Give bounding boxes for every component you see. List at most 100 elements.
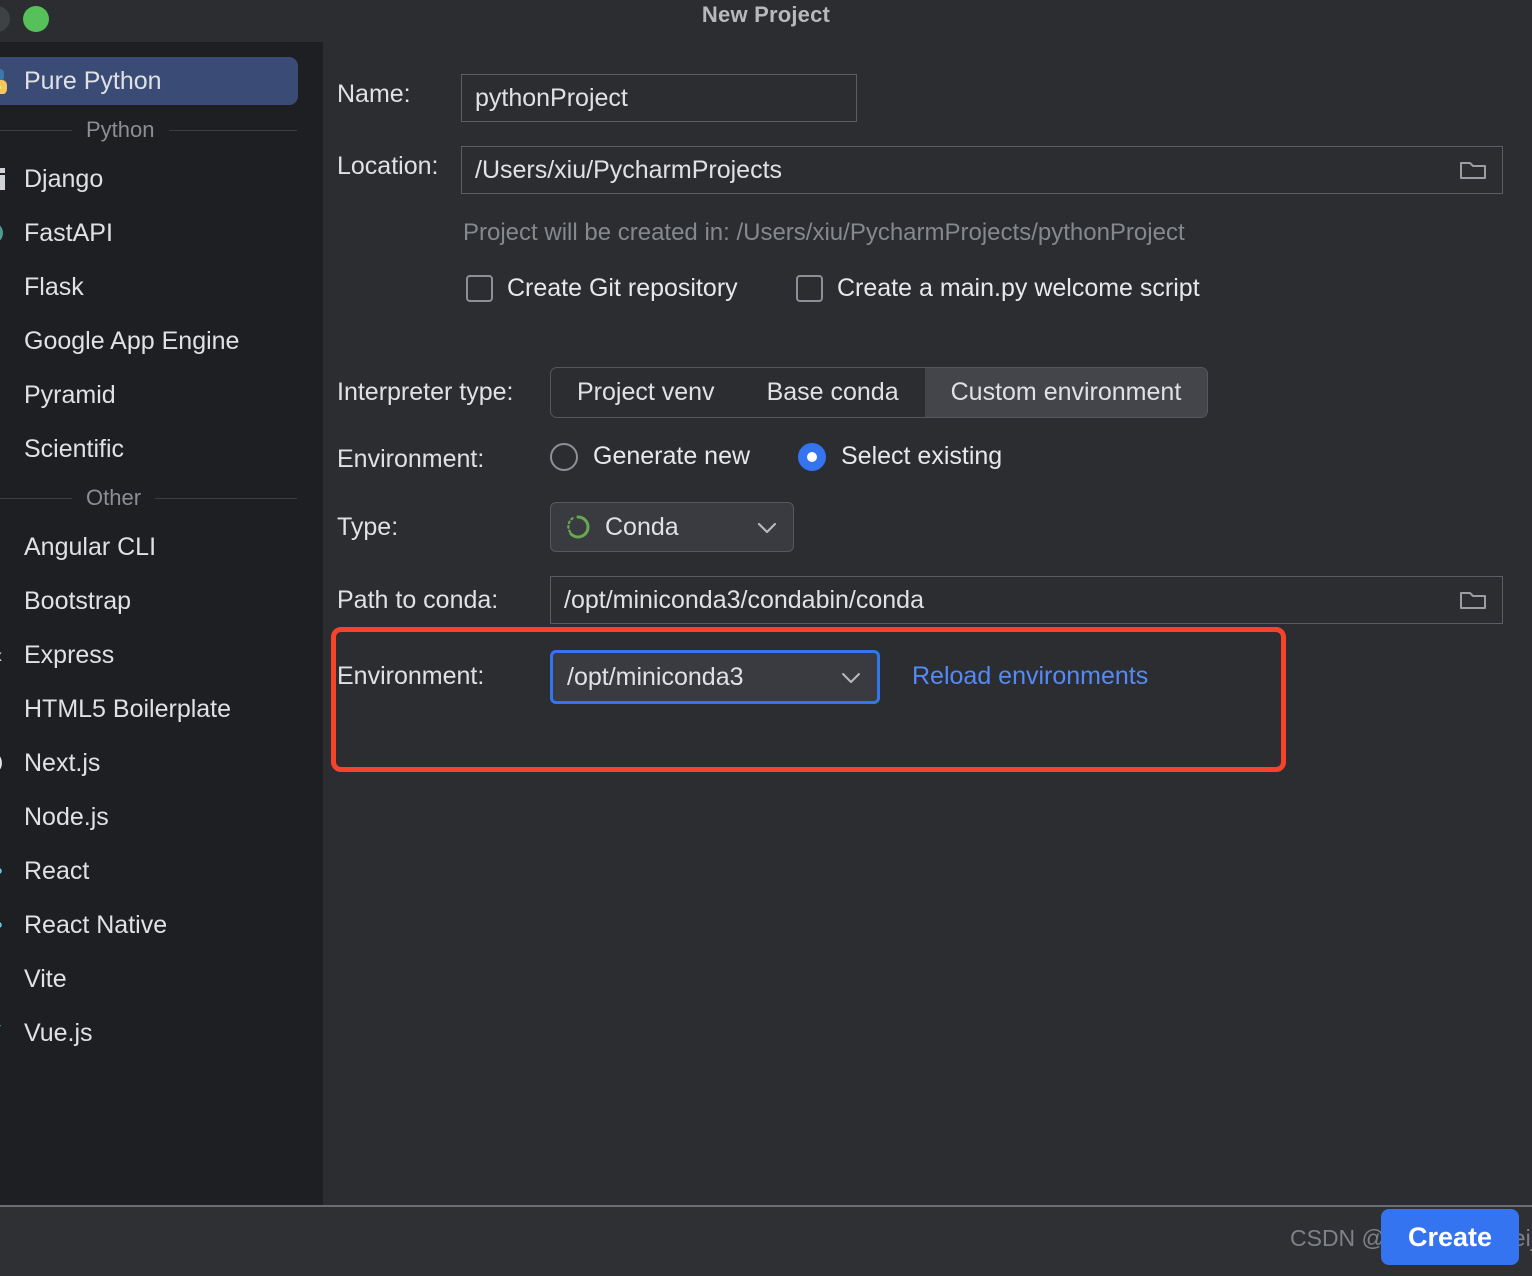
react-native-icon — [0, 912, 14, 938]
sidebar-item-flask[interactable]: Flask — [0, 260, 323, 314]
create-button-label: Create — [1407, 1221, 1493, 1252]
sidebar-item-react-native[interactable]: React Native — [0, 898, 323, 952]
checkbox-box[interactable] — [466, 275, 493, 302]
sidebar-item-pure-python[interactable]: Pure Python — [0, 54, 323, 108]
nodejs-icon: JS — [0, 804, 14, 830]
divider-line — [0, 497, 72, 499]
path-to-conda-value: /opt/miniconda3/condabin/conda — [564, 585, 924, 614]
project-type-sidebar[interactable]: Pure Python Python Django FastAPI Flask … — [0, 42, 323, 1205]
radio-label: Select existing — [841, 442, 1003, 470]
sidebar-item-label: Django — [24, 164, 104, 193]
name-input-value: pythonProject — [475, 83, 628, 112]
sidebar-item-google-app-engine[interactable]: Google App Engine — [0, 314, 323, 368]
location-input-value: /Users/xiu/PycharmProjects — [475, 155, 783, 184]
conda-icon — [565, 514, 591, 540]
folder-icon[interactable] — [1458, 587, 1488, 613]
create-main-py-checkbox[interactable]: Create a main.py welcome script — [796, 274, 1200, 303]
vite-icon — [0, 966, 14, 992]
sidebar-item-label: Bootstrap — [24, 586, 132, 615]
type-dropdown[interactable]: Conda — [550, 502, 794, 552]
sidebar-item-express[interactable]: ex Express — [0, 628, 323, 682]
nextjs-icon — [0, 750, 14, 776]
path-to-conda-input[interactable]: /opt/miniconda3/condabin/conda — [550, 576, 1503, 624]
name-input[interactable]: pythonProject — [461, 74, 857, 122]
environment-dropdown[interactable]: /opt/miniconda3 — [550, 650, 880, 704]
segment-base-conda[interactable]: Base conda — [741, 368, 925, 417]
generate-new-radio[interactable]: Generate new — [550, 442, 750, 471]
divider-line — [0, 129, 72, 131]
radio-button-selected[interactable] — [798, 442, 826, 471]
environment-mode-label: Environment: — [337, 445, 485, 473]
sidebar-item-pyramid[interactable]: Pyramid — [0, 368, 323, 422]
flask-icon — [0, 274, 14, 300]
sidebar-item-label: React Native — [24, 910, 168, 939]
sidebar-item-label: Google App Engine — [24, 326, 240, 355]
path-to-conda-label: Path to conda: — [337, 586, 499, 614]
environment-label: Environment: — [337, 662, 485, 690]
type-label: Type: — [337, 513, 399, 541]
django-icon — [0, 166, 14, 192]
google-app-engine-icon — [0, 328, 14, 354]
python-icon — [0, 68, 14, 94]
checkbox-box[interactable] — [796, 275, 823, 302]
sidebar-item-react[interactable]: React — [0, 844, 323, 898]
title-bar: New Project — [0, 0, 1532, 42]
divider-line — [168, 129, 297, 131]
sidebar-group-python: Python — [0, 108, 323, 152]
chevron-down-icon[interactable] — [841, 671, 861, 683]
sidebar-item-vuejs[interactable]: Vue.js — [0, 1006, 323, 1060]
sidebar-item-fastapi[interactable]: FastAPI — [0, 206, 323, 260]
bootstrap-icon — [0, 588, 14, 614]
segment-custom-environment[interactable]: Custom environment — [924, 368, 1208, 417]
sidebar-item-label: Pyramid — [24, 380, 116, 409]
segment-project-venv[interactable]: Project venv — [551, 368, 741, 417]
type-value: Conda — [605, 512, 679, 541]
sidebar-item-label: HTML5 Boilerplate — [24, 694, 232, 723]
sidebar-item-scientific[interactable]: Scientific — [0, 422, 323, 476]
svg-text:ex: ex — [0, 648, 2, 665]
location-input[interactable]: /Users/xiu/PycharmProjects — [461, 146, 1503, 194]
sidebar-item-nodejs[interactable]: JS Node.js — [0, 790, 323, 844]
html5-icon — [0, 696, 14, 722]
select-existing-radio[interactable]: Select existing — [798, 442, 1002, 471]
sidebar-item-label: Pure Python — [24, 66, 162, 95]
fastapi-icon — [0, 220, 14, 246]
location-label: Location: — [337, 152, 439, 180]
sidebar-item-vite[interactable]: Vite — [0, 952, 323, 1006]
radio-label: Generate new — [593, 442, 751, 470]
new-project-form: Name: pythonProject Location: /Users/xiu… — [323, 42, 1532, 1205]
pyramid-icon — [0, 382, 14, 408]
sidebar-item-angular-cli[interactable]: Angular CLI — [0, 520, 323, 574]
sidebar-item-django[interactable]: Django — [0, 152, 323, 206]
name-label: Name: — [337, 80, 411, 108]
sidebar-item-label: FastAPI — [24, 218, 113, 247]
sidebar-group-other: Other — [0, 476, 323, 520]
environment-value: /opt/miniconda3 — [567, 662, 744, 691]
react-icon — [0, 858, 14, 884]
sidebar-item-label: Scientific — [24, 434, 125, 463]
sidebar-item-label: Vite — [24, 964, 67, 993]
sidebar-item-label: Next.js — [24, 748, 101, 777]
radio-button[interactable] — [550, 442, 578, 471]
sidebar-item-label: Angular CLI — [24, 532, 157, 561]
project-path-hint: Project will be created in: /Users/xiu/P… — [463, 219, 1185, 246]
sidebar-item-bootstrap[interactable]: Bootstrap — [0, 574, 323, 628]
sidebar-item-label: Node.js — [24, 802, 109, 831]
interpreter-type-segmented-control[interactable]: Project venv Base conda Custom environme… — [550, 367, 1209, 418]
chevron-down-icon[interactable] — [757, 521, 777, 534]
sidebar-group-label: Other — [86, 485, 142, 510]
angular-icon — [0, 534, 14, 560]
sidebar-item-nextjs[interactable]: Next.js — [0, 736, 323, 790]
checkbox-label: Create a main.py welcome script — [837, 274, 1200, 302]
sidebar-item-label: React — [24, 856, 90, 885]
interpreter-type-label: Interpreter type: — [337, 378, 514, 406]
sidebar-item-html5-boilerplate[interactable]: HTML5 Boilerplate — [0, 682, 323, 736]
dialog-footer: CSDN @liushangzaibeijing Create — [0, 1207, 1532, 1276]
create-git-repository-checkbox[interactable]: Create Git repository — [466, 274, 738, 303]
divider-line — [155, 497, 297, 499]
scientific-icon — [0, 436, 14, 462]
sidebar-item-label: Express — [24, 640, 115, 669]
reload-environments-link[interactable]: Reload environments — [912, 662, 1148, 691]
create-button[interactable]: Create — [1381, 1209, 1519, 1265]
folder-icon[interactable] — [1458, 157, 1488, 183]
